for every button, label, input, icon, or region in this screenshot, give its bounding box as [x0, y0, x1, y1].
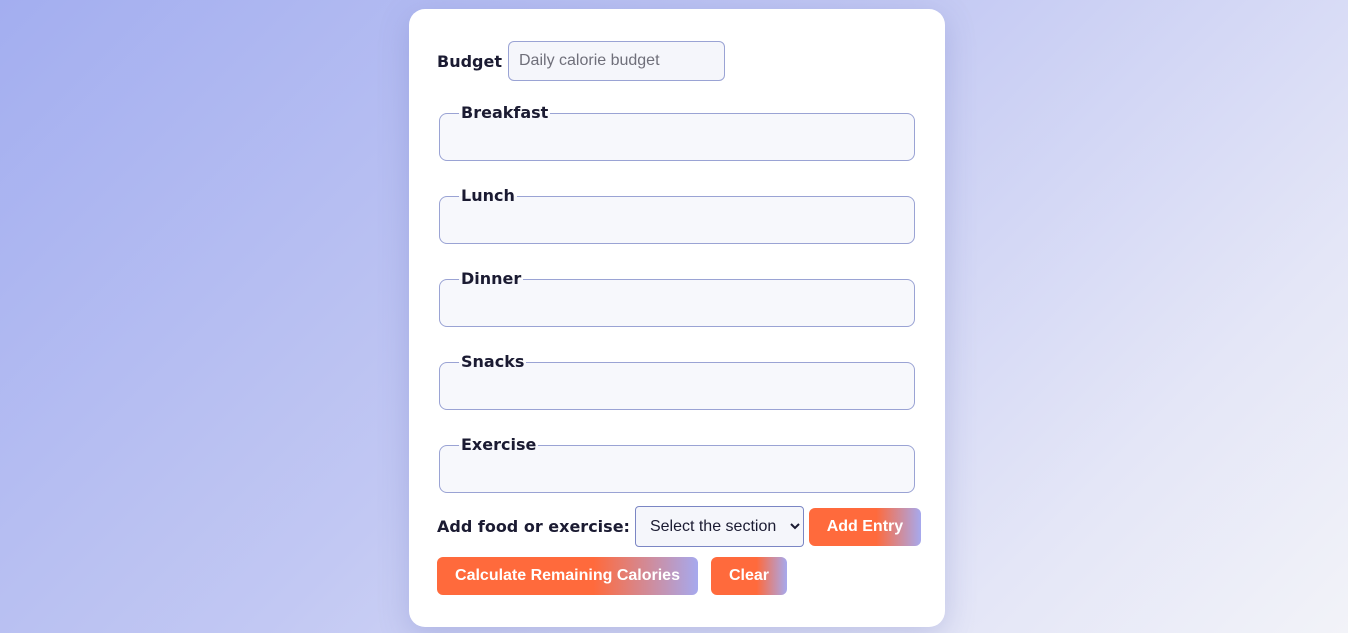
lunch-fieldset[interactable]: Lunch: [439, 186, 915, 244]
add-entry-button[interactable]: Add Entry: [808, 507, 921, 546]
budget-input[interactable]: [508, 41, 725, 81]
dinner-fieldset[interactable]: Dinner: [439, 269, 915, 327]
add-entry-row: Add food or exercise: Select the section…: [437, 506, 921, 547]
breakfast-fieldset[interactable]: Breakfast: [439, 103, 915, 161]
snacks-legend: Snacks: [461, 352, 525, 371]
exercise-legend: Exercise: [461, 435, 537, 454]
exercise-fieldset[interactable]: Exercise: [439, 435, 915, 493]
section-select[interactable]: Select the section: [634, 506, 804, 547]
budget-label: Budget: [437, 51, 502, 71]
calorie-counter-form: Budget Breakfast Lunch Dinner Snacks Exe…: [409, 9, 945, 627]
add-entry-label: Add food or exercise:: [437, 517, 630, 536]
snacks-fieldset[interactable]: Snacks: [439, 352, 915, 410]
budget-row: Budget: [437, 41, 725, 81]
calculate-button[interactable]: Calculate Remaining Calories: [437, 557, 698, 595]
breakfast-legend: Breakfast: [461, 103, 549, 122]
dinner-legend: Dinner: [461, 269, 522, 288]
clear-button[interactable]: Clear: [711, 557, 787, 595]
action-buttons-row: Calculate Remaining Calories Clear: [437, 557, 787, 595]
lunch-legend: Lunch: [461, 186, 515, 205]
